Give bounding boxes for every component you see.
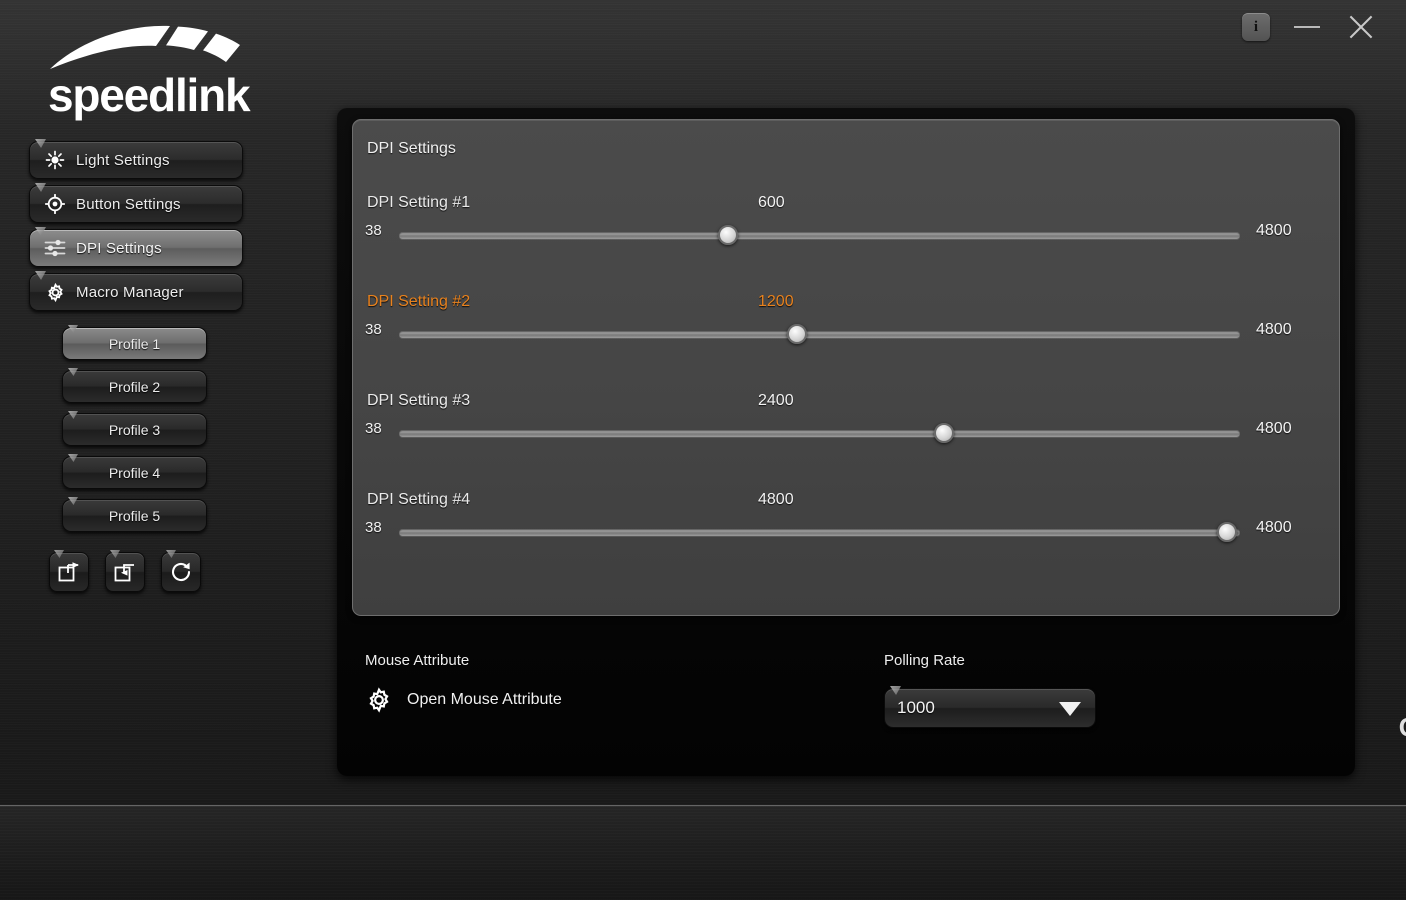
button-corner-tab <box>166 550 176 558</box>
dpi-row-4: DPI Setting #4 4800 38 4800 <box>353 491 1339 590</box>
profile-label: Profile 1 <box>108 335 161 352</box>
window-controls: i <box>1242 10 1378 44</box>
sidebar-item-label: DPI Settings <box>76 239 162 257</box>
profile-button-1[interactable]: Profile 1 <box>62 325 207 360</box>
dpi-settings-panel: DPI Settings DPI Setting #1 600 38 4800 … <box>352 119 1340 616</box>
open-mouse-attribute-button[interactable]: Open Mouse Attribute <box>365 686 562 714</box>
button-corner-tab <box>35 183 46 192</box>
mouse-attribute-group: Mouse Attribute Open Mouse Attribute <box>365 652 562 714</box>
sidebar-item-label: Macro Manager <box>76 283 184 301</box>
button-corner-tab <box>68 368 78 376</box>
dpi-slider-track-3[interactable] <box>399 423 1240 443</box>
reset-profile-button[interactable] <box>161 550 201 592</box>
dpi-row-label: DPI Setting #4 <box>367 491 471 508</box>
profile-label: Profile 5 <box>108 507 161 524</box>
dpi-row-max: 4800 <box>1256 420 1292 437</box>
application-window: i speedlink Light Settings Button Settin… <box>0 0 1406 900</box>
button-corner-tab <box>68 454 78 462</box>
dpi-slider-thumb-3[interactable] <box>934 423 955 443</box>
dpi-row-value: 2400 <box>758 392 794 409</box>
dpi-row-min: 38 <box>365 519 382 536</box>
dpi-row-min: 38 <box>365 321 382 338</box>
gear-icon <box>44 281 66 303</box>
brand-logo: speedlink <box>30 22 270 118</box>
export-icon <box>58 562 79 582</box>
sidebar-item-dpi-settings[interactable]: DPI Settings <box>29 227 243 267</box>
open-mouse-attribute-label: Open Mouse Attribute <box>407 691 562 708</box>
lower-background-pane <box>0 807 1406 900</box>
mouse-attribute-title: Mouse Attribute <box>365 652 470 669</box>
button-corner-tab <box>35 227 46 236</box>
export-profile-button[interactable] <box>49 550 89 592</box>
dpi-row-value: 600 <box>758 194 785 211</box>
info-icon[interactable]: i <box>1242 13 1270 41</box>
sidebar-item-button-settings[interactable]: Button Settings <box>29 183 243 223</box>
sidebar-item-label: Button Settings <box>76 195 181 213</box>
dpi-row-label: DPI Setting #3 <box>367 392 471 409</box>
sidebar-item-label: Light Settings <box>76 151 170 169</box>
sidebar-item-light-settings[interactable]: Light Settings <box>29 139 243 179</box>
import-profile-button[interactable] <box>105 550 145 592</box>
button-corner-tab <box>68 411 78 419</box>
profile-label: Profile 2 <box>108 378 161 395</box>
dpi-row-value: 1200 <box>758 293 794 310</box>
panel-title: DPI Settings <box>367 140 456 157</box>
dpi-rows: DPI Setting #1 600 38 4800 DPI Setting #… <box>353 194 1339 590</box>
sun-icon <box>44 149 66 171</box>
target-icon <box>44 193 66 215</box>
dpi-slider-track-2[interactable] <box>399 324 1240 344</box>
reset-icon <box>171 562 191 582</box>
dpi-slider-track-4[interactable] <box>399 522 1240 542</box>
brand-name: speedlink <box>48 69 251 121</box>
profile-label: Profile 3 <box>108 421 161 438</box>
dpi-slider-thumb-1[interactable] <box>718 225 739 245</box>
dpi-slider-thumb-4[interactable] <box>1217 522 1238 542</box>
profile-button-5[interactable]: Profile 5 <box>62 497 207 532</box>
profile-actions <box>49 550 201 592</box>
close-icon[interactable] <box>1344 10 1378 44</box>
dpi-slider-thumb-2[interactable] <box>786 324 807 344</box>
speedlink-swoosh-icon <box>50 25 240 69</box>
dpi-row-min: 38 <box>365 222 382 239</box>
dpi-row-max: 4800 <box>1256 222 1292 239</box>
button-corner-tab <box>68 325 78 333</box>
dpi-row-label: DPI Setting #2 <box>367 293 471 310</box>
button-corner-tab <box>890 686 901 695</box>
dpi-row-1: DPI Setting #1 600 38 4800 <box>353 194 1339 293</box>
sidebar-nav: Light Settings Button Settings DPI Setti… <box>29 139 243 317</box>
button-corner-tab <box>35 139 46 148</box>
dpi-row-3: DPI Setting #3 2400 38 4800 <box>353 392 1339 491</box>
dpi-slider-track-1[interactable] <box>399 225 1240 245</box>
button-corner-tab <box>68 497 78 505</box>
profile-button-2[interactable]: Profile 2 <box>62 368 207 403</box>
sidebar-item-macro-manager[interactable]: Macro Manager <box>29 271 243 311</box>
dpi-row-max: 4800 <box>1256 321 1292 338</box>
button-corner-tab <box>110 550 120 558</box>
profile-list: Profile 1 Profile 2 Profile 3 Profile 4 … <box>62 325 207 542</box>
profile-label: Profile 4 <box>108 464 161 481</box>
dpi-row-min: 38 <box>365 420 382 437</box>
gear-icon <box>369 687 389 713</box>
polling-rate-title: Polling Rate <box>884 652 965 669</box>
dpi-row-max: 4800 <box>1256 519 1292 536</box>
minimize-icon[interactable] <box>1290 13 1324 41</box>
polling-rate-value: 1000 <box>897 698 935 717</box>
edge-artifact-text: G <box>1399 712 1406 743</box>
button-corner-tab <box>35 271 46 280</box>
chevron-down-icon[interactable] <box>1059 702 1081 716</box>
profile-button-4[interactable]: Profile 4 <box>62 454 207 489</box>
sliders-icon <box>44 237 66 259</box>
button-corner-tab <box>54 550 64 558</box>
dpi-row-label: DPI Setting #1 <box>367 194 471 211</box>
profile-button-3[interactable]: Profile 3 <box>62 411 207 446</box>
polling-rate-select[interactable]: 1000 <box>884 686 1096 728</box>
polling-rate-group: Polling Rate 1000 <box>884 652 1096 728</box>
dpi-row-2: DPI Setting #2 1200 38 4800 <box>353 293 1339 392</box>
import-icon <box>114 564 134 582</box>
dpi-row-value: 4800 <box>758 491 794 508</box>
